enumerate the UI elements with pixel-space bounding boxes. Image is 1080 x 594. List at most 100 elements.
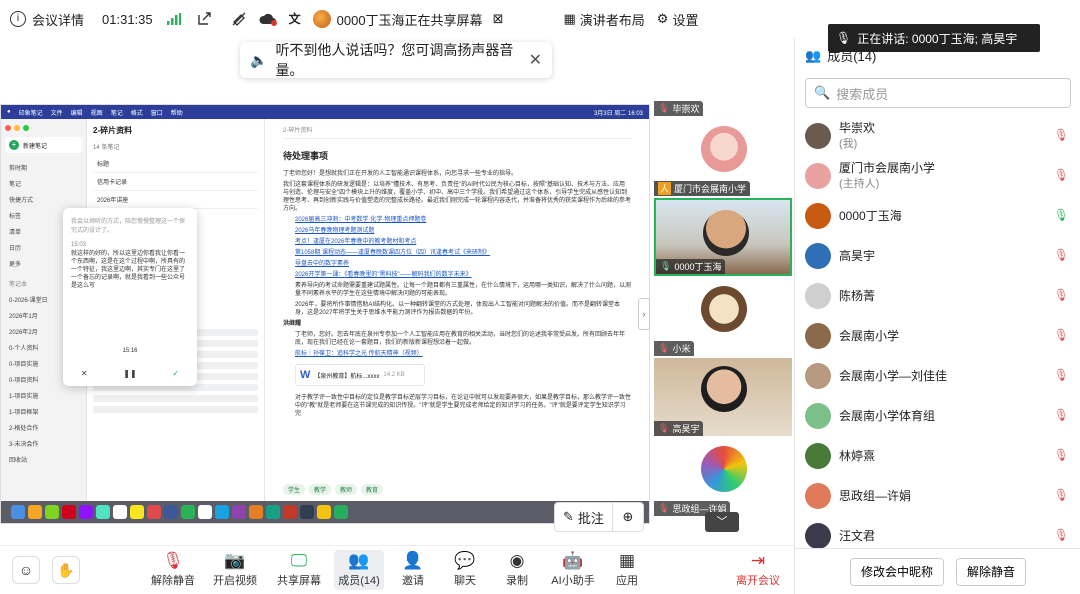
- rename-button[interactable]: 修改会中昵称: [849, 557, 944, 586]
- chat-button[interactable]: 💬 聊天: [440, 550, 490, 588]
- doc-link: 2026马年春晚物理考题测试题: [295, 228, 375, 234]
- member-row[interactable]: 陈杨菁 🎙: [795, 276, 1080, 316]
- mic-on-icon: 🎙: [660, 261, 672, 271]
- tile-avatar: [701, 126, 747, 172]
- member-row[interactable]: 高昊宇 🎙: [795, 236, 1080, 276]
- tile-name-text: 毕崇欢: [672, 104, 700, 114]
- search-placeholder: 搜索成员: [836, 86, 889, 102]
- translate-icon[interactable]: 文: [289, 13, 301, 25]
- doc-link-list: 2026届高三冲刺：中考数学·化学·物理重点押题卷 2026马年春晚物理考题测试…: [283, 216, 631, 279]
- share-screen-button[interactable]: 🖵 共享屏幕: [274, 550, 324, 588]
- scroll-down-button[interactable]: ﹀: [705, 512, 739, 532]
- leave-label: 离开会议: [736, 575, 780, 587]
- video-tile-name: 人 厦门市会展南小学: [654, 181, 751, 196]
- member-text: 毕崇欢 (我): [839, 121, 875, 151]
- invite-label: 邀请: [402, 575, 424, 587]
- video-tile[interactable]: 🎙 小米: [654, 278, 792, 356]
- pause-icon: ❚❚: [123, 369, 137, 378]
- stop-share-icon[interactable]: ⊠: [493, 11, 504, 27]
- tile-name-text: 厦门市会展南小学: [674, 184, 747, 194]
- member-row[interactable]: 会展南小学—刘佳佳 🎙: [795, 356, 1080, 396]
- host-icon: 人: [658, 182, 672, 195]
- emoji-button[interactable]: ☺: [12, 556, 40, 584]
- avatar: [805, 323, 831, 349]
- avatar: [805, 163, 831, 189]
- record-button[interactable]: ◉ 录制: [492, 550, 542, 588]
- speaker-face: [703, 210, 749, 256]
- leave-meeting-button[interactable]: ⇥ 离开会议: [730, 550, 786, 588]
- mic-off-icon[interactable]: 🎙: [1054, 488, 1069, 502]
- popup-controls: ✕ ❚❚ ✓: [63, 369, 197, 378]
- mic-off-icon[interactable]: 🎙: [1054, 168, 1069, 182]
- mic-off-icon[interactable]: 🎙: [1054, 328, 1069, 342]
- video-tile[interactable]: 🎙 思政组—许娟: [654, 438, 792, 516]
- avatar: [805, 243, 831, 269]
- meeting-info-button[interactable]: i 会议详情: [10, 10, 84, 29]
- menu-item: 窗口: [150, 110, 163, 117]
- nav-row: 快捷方式: [9, 197, 34, 204]
- mic-off-icon[interactable]: 🎙: [1054, 528, 1069, 542]
- pen-icon: ✎: [563, 509, 574, 524]
- members-footer: 修改会中昵称 解除静音: [795, 548, 1080, 594]
- member-row[interactable]: 会展南小学体育组 🎙: [795, 396, 1080, 436]
- video-tile-active[interactable]: 🎙 0000丁玉海: [654, 198, 792, 276]
- notebook-row: 2-格处合作: [9, 425, 39, 432]
- nav-row: 剪时期: [9, 165, 28, 172]
- start-video-button[interactable]: 📷 开启视频: [210, 550, 260, 588]
- unmute-button[interactable]: 🎙 解除静音: [148, 550, 198, 588]
- invite-button[interactable]: 👤 邀请: [388, 550, 438, 588]
- chat-label: 聊天: [454, 575, 476, 587]
- member-row[interactable]: 会展南小学 🎙: [795, 316, 1080, 356]
- video-tile-name: 🎙 小米: [654, 341, 695, 356]
- annotate-button[interactable]: ✎ 批注: [555, 503, 613, 531]
- ai-assistant-button[interactable]: 🤖 AI小助手: [548, 550, 598, 588]
- video-tile[interactable]: 人 厦门市会展南小学: [654, 118, 792, 196]
- member-search-input[interactable]: 🔍 搜索成员: [805, 78, 1071, 108]
- search-icon: 🔍: [814, 85, 831, 100]
- member-row[interactable]: 毕崇欢 (我) 🎙: [795, 116, 1080, 156]
- no-draw-icon[interactable]: [231, 11, 247, 27]
- start-video-label: 开启视频: [213, 575, 257, 587]
- apps-button[interactable]: ▦ 应用: [602, 550, 652, 588]
- mic-on-icon[interactable]: 🎙: [1054, 208, 1069, 222]
- member-row[interactable]: 思政组—许娟 🎙: [795, 476, 1080, 516]
- member-row[interactable]: 林婷熹 🎙: [795, 436, 1080, 476]
- collapse-handle[interactable]: ›: [638, 298, 650, 330]
- mic-off-icon[interactable]: 🎙: [1054, 248, 1069, 262]
- word-icon: W: [300, 369, 311, 381]
- doc-tags: 学生 教学 教师 教育: [283, 484, 384, 495]
- member-name: 会展南小学: [839, 329, 900, 343]
- mic-off-icon[interactable]: 🎙: [1054, 128, 1069, 142]
- doc-paragraph: 我们这套课程体系的研发逻辑是：以培养"懂技术、有思考、负责任"的AI时代公民为核…: [283, 182, 632, 212]
- member-name: 0000丁玉海: [839, 209, 902, 223]
- member-text: 高昊宇: [839, 249, 875, 263]
- zoom-in-button[interactable]: ⊕: [613, 509, 643, 525]
- menu-item: 编辑: [70, 110, 83, 117]
- note-list-title: 2-碎片资料: [93, 126, 133, 135]
- video-tile[interactable]: 🎙 高昊宇: [654, 358, 792, 436]
- volume-notice: 🔈 听不到他人说话吗？您可调高扬声器音量。 ✕: [240, 42, 552, 78]
- mic-off-icon[interactable]: 🎙: [1054, 368, 1069, 382]
- unmute-all-button[interactable]: 解除静音: [956, 557, 1027, 586]
- mic-off-icon[interactable]: 🎙: [1054, 288, 1069, 302]
- members-button[interactable]: 👥 成员(14): [334, 550, 384, 590]
- record-label: 录制: [506, 575, 528, 587]
- video-tile-name: 🎙 高昊宇: [654, 421, 704, 436]
- cloud-off-icon[interactable]: [259, 12, 277, 26]
- menu-item: 视图: [90, 110, 103, 117]
- raise-hand-button[interactable]: ✋: [52, 556, 80, 584]
- mic-off-icon[interactable]: 🎙: [1054, 408, 1069, 422]
- member-row[interactable]: 0000丁玉海 🎙: [795, 196, 1080, 236]
- member-row[interactable]: 厦门市会展南小学 (主持人) 🎙: [795, 156, 1080, 196]
- settings-button[interactable]: ⚙ 设置: [657, 10, 699, 29]
- doc-breadcrumb: 2-碎片资料: [283, 128, 313, 134]
- doc-bullet: 2026年，要将所作事情借助AI结构化。以一种翻转课堂的方式处理，体现出人工智能…: [295, 302, 621, 316]
- notebook-row: 1-项目框架: [9, 409, 39, 416]
- pop-out-icon[interactable]: [197, 12, 211, 26]
- close-icon: ✕: [80, 369, 88, 378]
- presenter-layout-button[interactable]: ▦ 演讲者布局: [563, 10, 644, 29]
- video-tile[interactable]: 🎙 毕崇欢: [654, 38, 792, 116]
- close-icon[interactable]: ✕: [529, 50, 542, 70]
- shared-dock: [1, 501, 649, 523]
- mic-off-icon[interactable]: 🎙: [1054, 448, 1069, 462]
